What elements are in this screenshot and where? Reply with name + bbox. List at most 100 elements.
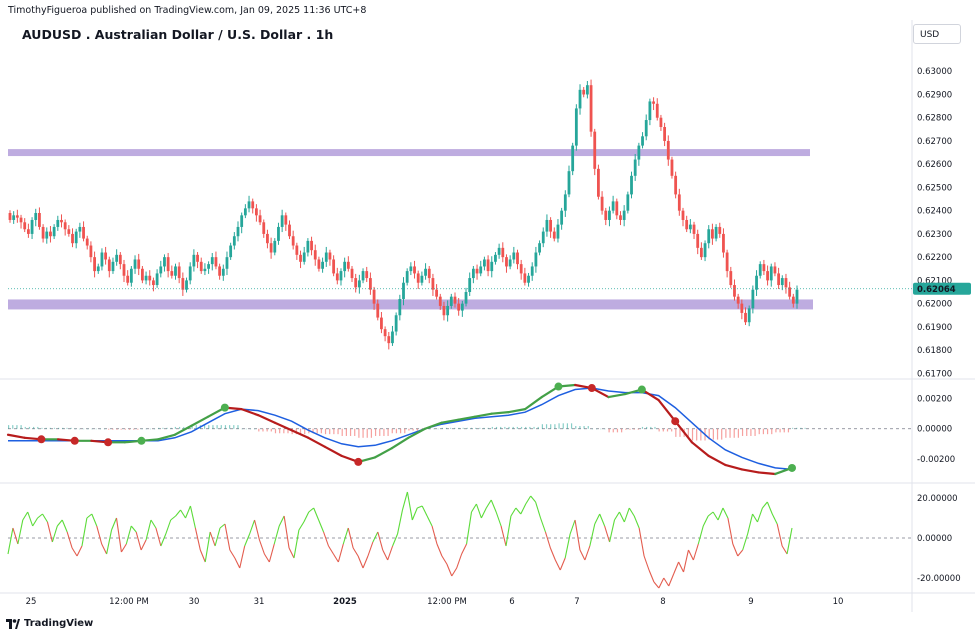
macd-histogram-bar	[796, 427, 798, 429]
macd-cross-dot	[788, 463, 796, 472]
candle-body	[30, 219, 34, 234]
macd-histogram-bar	[408, 428, 410, 431]
osc-segment	[535, 501, 542, 519]
candle-body	[140, 268, 144, 281]
candle-body	[19, 217, 23, 223]
macd-histogram-bar	[391, 428, 393, 434]
grid-lines	[0, 20, 975, 612]
osc-segment	[367, 541, 374, 557]
osc-segment	[614, 511, 620, 521]
candle-body	[122, 264, 126, 276]
osc-segment	[342, 527, 349, 545]
candle-body	[655, 103, 659, 118]
macd-histogram-bar	[99, 428, 101, 430]
osc-segment	[332, 553, 339, 563]
candle-body	[589, 85, 593, 132]
macd-histogram-bar	[166, 427, 168, 429]
osc-segment	[480, 507, 487, 519]
candle-body	[89, 245, 93, 258]
macd-fast-segment	[423, 421, 443, 430]
osc-segment	[155, 527, 162, 547]
macd-fast-segment	[674, 420, 694, 444]
macd-histogram-bar	[733, 428, 735, 438]
osc-segment	[258, 539, 265, 555]
macd-histogram-bar	[354, 428, 356, 436]
osc-segment	[357, 555, 364, 569]
candle-body	[214, 257, 218, 267]
time-tick-label: 2025	[333, 597, 357, 607]
macd-fast-segment	[6, 433, 26, 439]
macd-histogram-bar	[20, 425, 22, 429]
macd-histogram-bar	[608, 428, 610, 433]
time-tick-label: 12:00 PM	[109, 597, 149, 607]
osc-segment	[42, 513, 48, 523]
candle-body	[317, 259, 321, 269]
candle-body	[49, 231, 52, 237]
osc-segment	[756, 507, 763, 523]
macd-histogram-bar	[675, 428, 677, 437]
macd-histogram-bar	[387, 428, 389, 436]
macd-cross-dot	[70, 436, 79, 445]
osc-segment	[273, 525, 280, 545]
candle-body	[78, 226, 82, 232]
candle-body	[104, 252, 108, 260]
osc-segment	[554, 559, 561, 571]
macd-histogram-bar	[208, 425, 210, 429]
osc-segment	[66, 531, 73, 549]
macd-cross-dot	[137, 436, 146, 445]
candle-body	[795, 289, 799, 304]
osc-segment	[618, 511, 625, 523]
macd-histogram-bar	[529, 426, 531, 429]
osc-segment	[643, 555, 650, 571]
candle-body	[483, 259, 486, 267]
candle-body	[269, 243, 273, 253]
osc-segment	[318, 519, 325, 533]
osc-segment	[712, 511, 719, 521]
price-tick-label: 0.62800	[917, 114, 952, 124]
osc-segment	[111, 517, 117, 531]
tradingview-brand[interactable]: TradingView	[6, 618, 93, 629]
candle-body	[685, 219, 689, 230]
osc-segment	[490, 499, 497, 513]
osc-segment	[150, 519, 157, 529]
candle-body	[357, 280, 361, 288]
macd-fast-segment	[507, 408, 527, 414]
candle-body	[240, 215, 244, 227]
osc-segment	[377, 531, 384, 551]
candle-body	[115, 254, 119, 262]
price-tick-label: 0.62000	[917, 300, 952, 310]
macd-histogram-bar	[754, 428, 756, 436]
candle-body	[376, 303, 380, 318]
macd-fast-segment	[524, 395, 543, 411]
candle-body	[280, 215, 284, 227]
macd-histogram-bar	[149, 428, 151, 430]
candle-body	[350, 268, 354, 279]
price-tick-label: 0.62200	[917, 253, 952, 263]
macd-fast-segment	[707, 454, 727, 467]
chart-canvas[interactable]: 0.63000 0.62900 0.62800 0.62700 0.62600 0.625…	[0, 0, 975, 639]
candle-body	[361, 271, 365, 281]
macd-cross-dot	[637, 385, 646, 394]
candle-body	[335, 273, 339, 281]
macd-histogram-bar	[487, 427, 489, 429]
osc-tick-label: 0.00000	[917, 534, 952, 544]
osc-segment	[594, 513, 601, 525]
macd-histogram-bar	[103, 428, 106, 430]
macd-histogram-bar	[637, 428, 639, 430]
osc-segment	[515, 507, 522, 515]
osc-segment	[229, 549, 236, 559]
candle-body	[494, 254, 497, 262]
candle-body	[578, 89, 582, 109]
candle-body	[780, 278, 784, 286]
macd-histogram-bar	[141, 428, 143, 430]
candle-body	[218, 266, 222, 276]
osc-segment	[283, 515, 290, 549]
osc-segment	[525, 495, 532, 505]
macd-histogram-bar	[500, 426, 502, 429]
candle-body	[593, 131, 597, 169]
osc-segment	[776, 523, 783, 547]
candle-body	[663, 127, 667, 141]
candle-body	[369, 278, 372, 290]
candle-body	[295, 245, 299, 255]
candle-body	[722, 233, 725, 253]
